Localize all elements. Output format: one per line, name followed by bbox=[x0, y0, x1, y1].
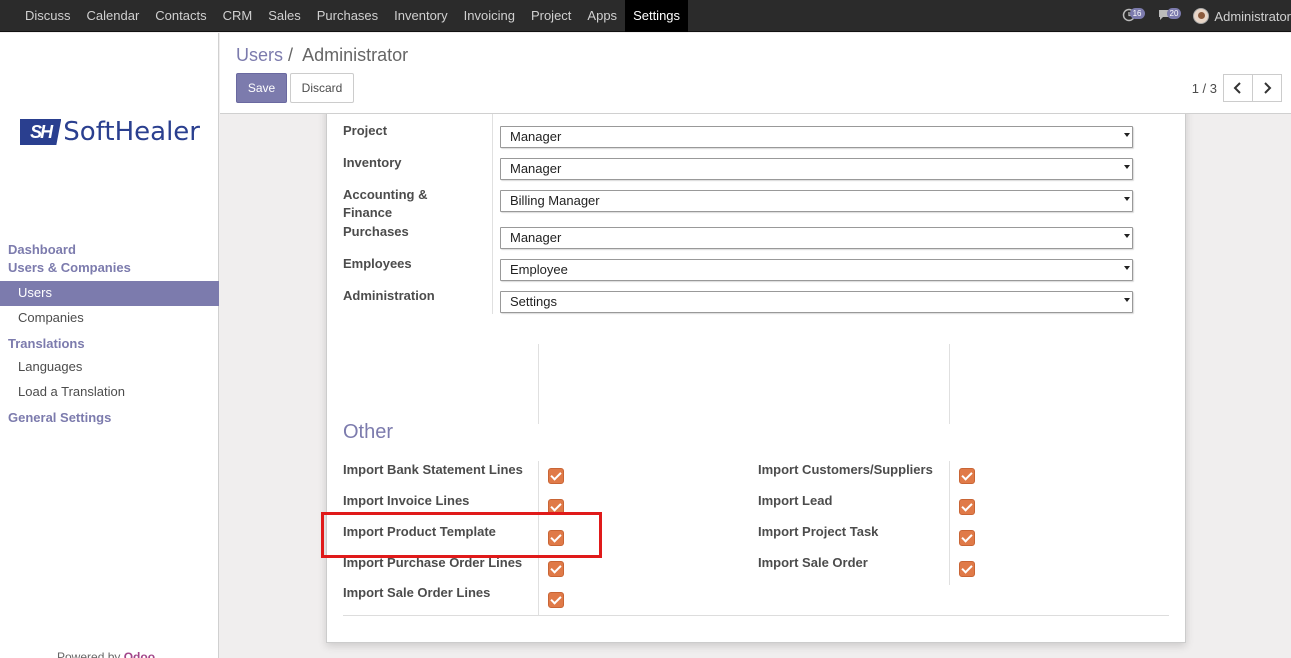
chevron-left-icon bbox=[1233, 82, 1241, 94]
select-employees-value: Employee bbox=[510, 262, 568, 277]
menu-settings[interactable]: Settings bbox=[625, 0, 689, 32]
menu-crm[interactable]: CRM bbox=[215, 0, 261, 32]
column-divider bbox=[949, 344, 950, 424]
checkbox-import-sale-order[interactable] bbox=[959, 561, 975, 577]
user-name: Administrator bbox=[1214, 8, 1291, 24]
caret-down-icon bbox=[1124, 197, 1130, 201]
pager-previous-button[interactable] bbox=[1223, 74, 1253, 102]
activity-notification[interactable]: 16 bbox=[1122, 7, 1145, 25]
select-inventory-value: Manager bbox=[510, 161, 562, 176]
chevron-right-icon bbox=[1264, 82, 1272, 94]
company-logo: SH SoftHealer bbox=[20, 117, 200, 147]
select-inventory[interactable]: Manager bbox=[500, 158, 1133, 180]
menu-sales[interactable]: Sales bbox=[260, 0, 309, 32]
logo-text: SoftHealer bbox=[63, 117, 200, 147]
checkbox-import-lead[interactable] bbox=[959, 499, 975, 515]
column-divider bbox=[538, 344, 539, 424]
field-label-inventory: Inventory bbox=[343, 155, 402, 170]
control-panel: Users / Administrator Save Discard 1 / 3 bbox=[220, 33, 1291, 114]
settings-nav: Dashboard Users & Companies Users Compan… bbox=[0, 241, 219, 427]
select-accounting[interactable]: Billing Manager bbox=[500, 190, 1133, 212]
sidebar: SH SoftHealer Dashboard Users & Companie… bbox=[0, 33, 219, 658]
column-divider bbox=[492, 114, 493, 314]
select-project[interactable]: Manager bbox=[500, 126, 1133, 148]
menu-invoicing[interactable]: Invoicing bbox=[456, 0, 523, 32]
form-sheet: Project Manager Inventory Manager Accoun… bbox=[326, 114, 1186, 643]
select-purchases[interactable]: Manager bbox=[500, 227, 1133, 249]
select-accounting-value: Billing Manager bbox=[510, 193, 600, 208]
highlight-box bbox=[321, 512, 602, 558]
discard-button[interactable]: Discard bbox=[290, 73, 354, 103]
field-label-project: Project bbox=[343, 123, 388, 138]
pager-value[interactable]: 1 / 3 bbox=[1192, 81, 1217, 96]
nav-section-users-companies[interactable]: Users & Companies bbox=[0, 259, 219, 277]
caret-down-icon bbox=[1124, 165, 1130, 169]
label-import-sale-order: Import Sale Order bbox=[758, 555, 868, 570]
label-import-bank-statement-lines: Import Bank Statement Lines bbox=[343, 462, 523, 477]
save-button[interactable]: Save bbox=[236, 73, 287, 103]
messages-count-badge: 20 bbox=[1166, 7, 1182, 19]
breadcrumb-users[interactable]: Users bbox=[236, 45, 283, 65]
checkbox-import-bank-statement-lines[interactable] bbox=[548, 468, 564, 484]
user-menu[interactable]: Administrator bbox=[1193, 8, 1291, 24]
form-view: Project Manager Inventory Manager Accoun… bbox=[220, 114, 1291, 658]
section-title-other: Other bbox=[343, 421, 394, 443]
select-administration[interactable]: Settings bbox=[500, 291, 1133, 313]
menu-project[interactable]: Project bbox=[523, 0, 579, 32]
checkbox-import-sale-order-lines[interactable] bbox=[548, 592, 564, 608]
select-project-value: Manager bbox=[510, 129, 562, 144]
nav-item-users[interactable]: Users bbox=[0, 281, 219, 306]
menu-contacts[interactable]: Contacts bbox=[147, 0, 214, 32]
field-label-purchases: Purchases bbox=[343, 224, 409, 239]
pager: 1 / 3 bbox=[1192, 74, 1282, 102]
menu-calendar[interactable]: Calendar bbox=[79, 0, 148, 32]
nav-section-general-settings[interactable]: General Settings bbox=[0, 409, 219, 427]
select-administration-value: Settings bbox=[510, 294, 557, 309]
caret-down-icon bbox=[1124, 266, 1130, 270]
avatar bbox=[1193, 8, 1210, 24]
menu-inventory[interactable]: Inventory bbox=[386, 0, 455, 32]
divider bbox=[343, 615, 1169, 616]
top-navbar: Discuss Calendar Contacts CRM Sales Purc… bbox=[0, 0, 1291, 32]
activity-count-badge: 16 bbox=[1129, 7, 1145, 19]
nav-section-translations[interactable]: Translations bbox=[0, 335, 219, 353]
nav-section-dashboard[interactable]: Dashboard bbox=[0, 241, 219, 259]
messages-notification[interactable]: 20 bbox=[1157, 7, 1182, 25]
checkbox-import-project-task[interactable] bbox=[959, 530, 975, 546]
label-import-customers-suppliers: Import Customers/Suppliers bbox=[758, 462, 933, 477]
nav-item-languages[interactable]: Languages bbox=[0, 355, 219, 380]
label-import-lead: Import Lead bbox=[758, 493, 833, 508]
field-label-accounting: Accounting & Finance bbox=[343, 187, 428, 220]
breadcrumb-separator: / bbox=[288, 45, 294, 65]
caret-down-icon bbox=[1124, 298, 1130, 302]
field-label-administration: Administration bbox=[343, 288, 435, 303]
logo-mark: SH bbox=[20, 119, 62, 145]
caret-down-icon bbox=[1124, 234, 1130, 238]
app-menu: Discuss Calendar Contacts CRM Sales Purc… bbox=[17, 0, 689, 32]
powered-by-label: Powered by bbox=[57, 650, 121, 658]
systray: 16 20 Administrator bbox=[1122, 0, 1291, 32]
checkbox-import-purchase-order-lines[interactable] bbox=[548, 561, 564, 577]
nav-item-companies[interactable]: Companies bbox=[0, 306, 219, 331]
select-purchases-value: Manager bbox=[510, 230, 562, 245]
label-import-invoice-lines: Import Invoice Lines bbox=[343, 493, 470, 508]
select-employees[interactable]: Employee bbox=[500, 259, 1133, 281]
label-import-project-task: Import Project Task bbox=[758, 524, 879, 539]
breadcrumb-current: Administrator bbox=[302, 45, 409, 65]
caret-down-icon bbox=[1124, 133, 1130, 137]
field-label-employees: Employees bbox=[343, 256, 412, 271]
breadcrumb: Users / Administrator bbox=[236, 45, 408, 66]
menu-apps[interactable]: Apps bbox=[579, 0, 625, 32]
menu-purchases[interactable]: Purchases bbox=[309, 0, 386, 32]
powered-by: Powered by Odoo bbox=[57, 650, 155, 658]
nav-item-load-translation[interactable]: Load a Translation bbox=[0, 380, 219, 405]
pager-next-button[interactable] bbox=[1252, 74, 1282, 102]
checkbox-import-customers-suppliers[interactable] bbox=[959, 468, 975, 484]
label-import-sale-order-lines: Import Sale Order Lines bbox=[343, 585, 491, 600]
odoo-link[interactable]: Odoo bbox=[124, 650, 155, 658]
menu-discuss[interactable]: Discuss bbox=[17, 0, 79, 32]
